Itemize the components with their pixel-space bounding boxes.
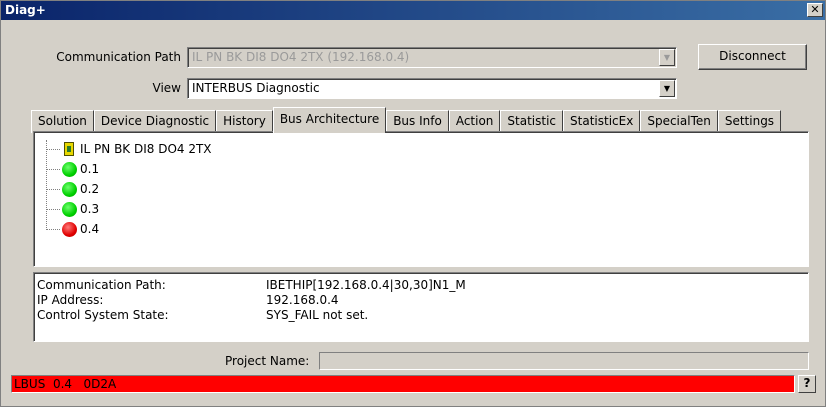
bus-coupler-icon xyxy=(64,142,74,156)
tab-solution[interactable]: Solution xyxy=(31,110,94,133)
tab-bus-architecture[interactable]: Bus Architecture xyxy=(272,107,387,133)
tab-statisticex[interactable]: StatisticEx xyxy=(563,110,641,133)
close-icon: ✕ xyxy=(810,3,820,16)
info-value-ip-address: 192.168.0.4 xyxy=(266,293,339,307)
tree-node-0-1[interactable]: 0.1 xyxy=(80,159,99,179)
disconnect-button[interactable]: Disconnect xyxy=(698,44,807,70)
view-label: View xyxy=(152,81,181,95)
tree-root-node[interactable]: IL PN BK DI8 DO4 2TX xyxy=(80,139,212,159)
tree-connector xyxy=(46,229,60,230)
status-ok-icon xyxy=(62,182,77,197)
info-key-ip-address: IP Address: xyxy=(37,293,104,307)
chevron-down-icon[interactable]: ▼ xyxy=(659,80,675,97)
communication-path-value: IL PN BK DI8 DO4 2TX (192.168.0.4) xyxy=(192,50,410,64)
tab-history[interactable]: History xyxy=(216,110,273,133)
title-bar[interactable]: Diag+ ✕ xyxy=(1,1,825,20)
tree-connector xyxy=(46,209,60,210)
diag-window: Diag+ ✕ Communication Path IL PN BK DI8 … xyxy=(0,0,826,407)
status-error-icon xyxy=(62,222,77,237)
tree-node-0-4[interactable]: 0.4 xyxy=(80,219,99,239)
status-bar: LBUS 0.4 0D2A xyxy=(11,375,795,393)
window-title: Diag+ xyxy=(5,3,46,17)
project-name-label: Project Name: xyxy=(225,354,310,368)
view-select[interactable]: INTERBUS Diagnostic ▼ xyxy=(187,78,677,99)
tab-strip: Solution Device Diagnostic History Bus A… xyxy=(31,107,782,133)
communication-path-label: Communication Path xyxy=(56,50,181,64)
tab-settings[interactable]: Settings xyxy=(717,110,782,133)
chevron-down-icon[interactable]: ▼ xyxy=(659,49,675,66)
info-key-control-system-state: Control System State: xyxy=(37,308,169,322)
view-value: INTERBUS Diagnostic xyxy=(192,81,320,95)
tree-connector xyxy=(46,189,60,190)
device-info-panel: Communication Path: IBETHIP[192.168.0.4|… xyxy=(33,272,809,342)
tab-device-diagnostic[interactable]: Device Diagnostic xyxy=(93,110,217,133)
tab-specialten[interactable]: SpecialTen xyxy=(640,110,718,133)
info-value-communication-path: IBETHIP[192.168.0.4|30,30]N1_M xyxy=(266,278,466,292)
communication-path-select[interactable]: IL PN BK DI8 DO4 2TX (192.168.0.4) ▼ xyxy=(187,47,677,68)
info-key-communication-path: Communication Path: xyxy=(37,278,166,292)
tree-connector xyxy=(46,149,60,150)
tab-statistic[interactable]: Statistic xyxy=(500,110,564,133)
info-value-control-system-state: SYS_FAIL not set. xyxy=(266,308,369,322)
status-ok-icon xyxy=(62,162,77,177)
project-name-field xyxy=(319,352,809,370)
help-button[interactable]: ? xyxy=(798,375,816,393)
tab-action[interactable]: Action xyxy=(448,110,501,133)
bus-tree-view[interactable]: IL PN BK DI8 DO4 2TX 0.1 0.2 0.3 0.4 xyxy=(33,131,809,267)
tree-connector xyxy=(46,169,60,170)
help-icon: ? xyxy=(803,376,811,390)
tree-node-0-3[interactable]: 0.3 xyxy=(80,199,99,219)
tree-node-0-2[interactable]: 0.2 xyxy=(80,179,99,199)
close-button[interactable]: ✕ xyxy=(807,3,823,17)
tree-connector xyxy=(46,140,47,230)
status-ok-icon xyxy=(62,202,77,217)
tab-bus-info[interactable]: Bus Info xyxy=(386,110,449,133)
